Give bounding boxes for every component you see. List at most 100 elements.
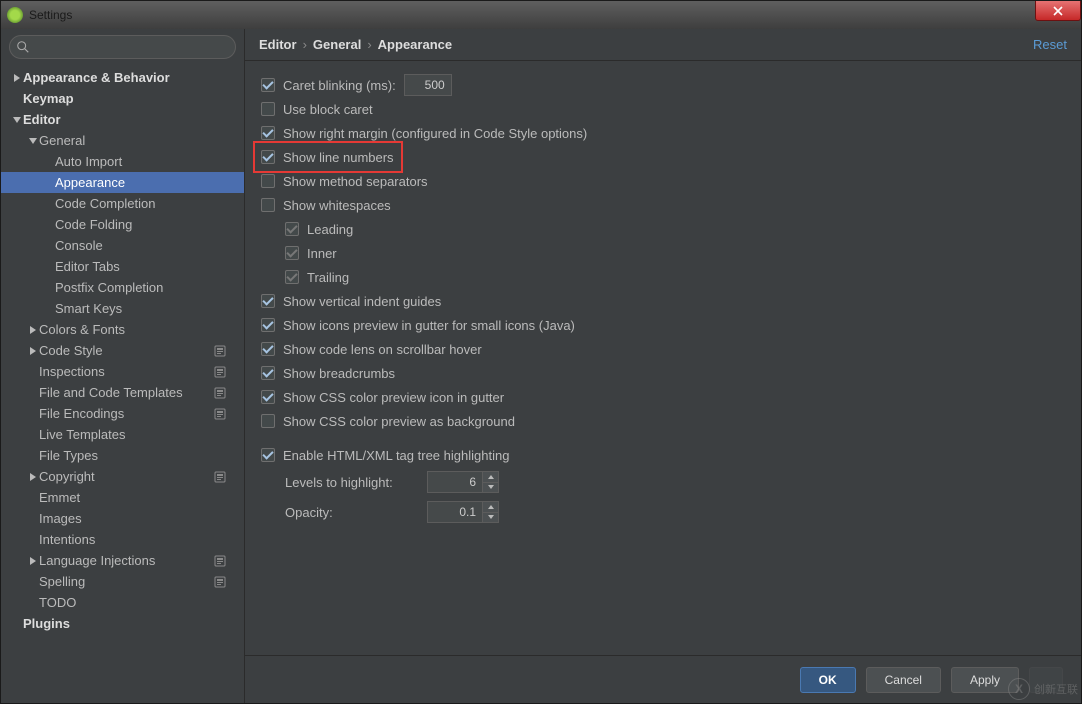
sidebar-item-emmet[interactable]: Emmet bbox=[1, 487, 244, 508]
checkbox-code-lens[interactable] bbox=[261, 342, 275, 356]
line-numbers-label: Show line numbers bbox=[283, 150, 394, 165]
sidebar-item-images[interactable]: Images bbox=[1, 508, 244, 529]
whitespaces-label: Show whitespaces bbox=[283, 198, 391, 213]
opt-css-gutter[interactable]: Show CSS color preview icon in gutter bbox=[261, 385, 1065, 409]
opt-breadcrumbs[interactable]: Show breadcrumbs bbox=[261, 361, 1065, 385]
checkbox-caret-blinking[interactable] bbox=[261, 78, 275, 92]
opt-caret-blinking[interactable]: Caret blinking (ms): bbox=[261, 73, 1065, 97]
sidebar-item-keymap[interactable]: Keymap bbox=[1, 88, 244, 109]
sidebar-item-intentions[interactable]: Intentions bbox=[1, 529, 244, 550]
project-scope-icon bbox=[214, 555, 226, 567]
sidebar-item-file-encodings[interactable]: File Encodings bbox=[1, 403, 244, 424]
opt-html-xml[interactable]: Enable HTML/XML tag tree highlighting bbox=[261, 443, 1065, 467]
chevron-right-icon bbox=[27, 347, 39, 355]
spinner-up-icon[interactable] bbox=[483, 502, 498, 513]
opt-inner[interactable]: Inner bbox=[261, 241, 1065, 265]
opt-css-bg[interactable]: Show CSS color preview as background bbox=[261, 409, 1065, 433]
search-input[interactable] bbox=[34, 40, 235, 54]
caret-blinking-input[interactable] bbox=[404, 74, 452, 96]
opt-code-lens[interactable]: Show code lens on scrollbar hover bbox=[261, 337, 1065, 361]
checkbox-leading[interactable] bbox=[285, 222, 299, 236]
breadcrumb-editor: Editor bbox=[259, 37, 297, 52]
sidebar-item-appearance-behavior[interactable]: Appearance & Behavior bbox=[1, 67, 244, 88]
sidebar-item-language-injections[interactable]: Language Injections bbox=[1, 550, 244, 571]
checkbox-html-xml[interactable] bbox=[261, 448, 275, 462]
sidebar-item-console[interactable]: Console bbox=[1, 235, 244, 256]
levels-input[interactable] bbox=[427, 471, 483, 493]
right-margin-label: Show right margin (configured in Code St… bbox=[283, 126, 587, 141]
checkbox-vertical-indent[interactable] bbox=[261, 294, 275, 308]
checkbox-inner[interactable] bbox=[285, 246, 299, 260]
levels-label: Levels to highlight: bbox=[285, 475, 417, 490]
settings-tree[interactable]: Appearance & Behavior KeymapEditor General… bbox=[1, 63, 244, 703]
checkbox-css-gutter[interactable] bbox=[261, 390, 275, 404]
chevron-right-icon bbox=[27, 557, 39, 565]
sidebar-item-editor[interactable]: Editor bbox=[1, 109, 244, 130]
opacity-input[interactable] bbox=[427, 501, 483, 523]
checkbox-line-numbers[interactable] bbox=[261, 150, 275, 164]
sidebar-item-general[interactable]: General bbox=[1, 130, 244, 151]
sidebar-item-appearance[interactable]: Appearance bbox=[1, 172, 244, 193]
caret-blinking-label: Caret blinking (ms): bbox=[283, 78, 396, 93]
sidebar-item-label: General bbox=[39, 133, 244, 148]
sidebar-item-postfix-completion[interactable]: Postfix Completion bbox=[1, 277, 244, 298]
opt-right-margin[interactable]: Show right margin (configured in Code St… bbox=[261, 121, 1065, 145]
sidebar-item-editor-tabs[interactable]: Editor Tabs bbox=[1, 256, 244, 277]
sidebar-item-label: Intentions bbox=[39, 532, 244, 547]
sidebar-item-colors-fonts[interactable]: Colors & Fonts bbox=[1, 319, 244, 340]
row-opacity: Opacity: bbox=[261, 497, 1065, 527]
opt-whitespaces[interactable]: Show whitespaces bbox=[261, 193, 1065, 217]
sidebar-item-live-templates[interactable]: Live Templates bbox=[1, 424, 244, 445]
method-separators-label: Show method separators bbox=[283, 174, 428, 189]
checkbox-trailing[interactable] bbox=[285, 270, 299, 284]
checkbox-css-bg[interactable] bbox=[261, 414, 275, 428]
checkbox-method-separators[interactable] bbox=[261, 174, 275, 188]
row-levels: Levels to highlight: bbox=[261, 467, 1065, 497]
sidebar-item-plugins[interactable]: Plugins bbox=[1, 613, 244, 634]
sidebar-item-label: Images bbox=[39, 511, 244, 526]
sidebar-item-copyright[interactable]: Copyright bbox=[1, 466, 244, 487]
opt-icons-preview[interactable]: Show icons preview in gutter for small i… bbox=[261, 313, 1065, 337]
sidebar-item-code-completion[interactable]: Code Completion bbox=[1, 193, 244, 214]
opt-trailing[interactable]: Trailing bbox=[261, 265, 1065, 289]
opacity-spinner[interactable] bbox=[483, 501, 499, 523]
checkbox-right-margin[interactable] bbox=[261, 126, 275, 140]
checkbox-block-caret[interactable] bbox=[261, 102, 275, 116]
close-button[interactable] bbox=[1035, 1, 1081, 21]
project-scope-icon bbox=[214, 471, 226, 483]
opt-method-separators[interactable]: Show method separators bbox=[261, 169, 1065, 193]
spinner-down-icon[interactable] bbox=[483, 513, 498, 523]
sidebar-item-label: Appearance & Behavior bbox=[23, 70, 244, 85]
opt-block-caret[interactable]: Use block caret bbox=[261, 97, 1065, 121]
sidebar-item-inspections[interactable]: Inspections bbox=[1, 361, 244, 382]
sidebar-item-spelling[interactable]: Spelling bbox=[1, 571, 244, 592]
css-gutter-label: Show CSS color preview icon in gutter bbox=[283, 390, 504, 405]
levels-spinner[interactable] bbox=[483, 471, 499, 493]
sidebar-item-code-style[interactable]: Code Style bbox=[1, 340, 244, 361]
search-wrap[interactable] bbox=[9, 35, 236, 59]
sidebar-item-file-and-code-templates[interactable]: File and Code Templates bbox=[1, 382, 244, 403]
apply-button[interactable]: Apply bbox=[951, 667, 1019, 693]
help-button[interactable] bbox=[1029, 667, 1063, 693]
opt-leading[interactable]: Leading bbox=[261, 217, 1065, 241]
close-icon bbox=[1053, 6, 1063, 16]
sidebar-item-smart-keys[interactable]: Smart Keys bbox=[1, 298, 244, 319]
project-scope-icon bbox=[214, 366, 226, 378]
spinner-up-icon[interactable] bbox=[483, 472, 498, 483]
sidebar-item-label: TODO bbox=[39, 595, 244, 610]
sidebar-item-label: Code Completion bbox=[55, 196, 244, 211]
ok-button[interactable]: OK bbox=[800, 667, 856, 693]
checkbox-icons-preview[interactable] bbox=[261, 318, 275, 332]
sidebar-item-auto-import[interactable]: Auto Import bbox=[1, 151, 244, 172]
sidebar-item-file-types[interactable]: File Types bbox=[1, 445, 244, 466]
sidebar-item-code-folding[interactable]: Code Folding bbox=[1, 214, 244, 235]
opt-vertical-indent[interactable]: Show vertical indent guides bbox=[261, 289, 1065, 313]
sidebar-item-todo[interactable]: TODO bbox=[1, 592, 244, 613]
reset-link[interactable]: Reset bbox=[1033, 37, 1067, 52]
spinner-down-icon[interactable] bbox=[483, 483, 498, 493]
cancel-button[interactable]: Cancel bbox=[866, 667, 941, 693]
checkbox-breadcrumbs[interactable] bbox=[261, 366, 275, 380]
checkbox-whitespaces[interactable] bbox=[261, 198, 275, 212]
opt-line-numbers[interactable]: Show line numbers bbox=[261, 145, 1065, 169]
sidebar-item-label: Emmet bbox=[39, 490, 244, 505]
